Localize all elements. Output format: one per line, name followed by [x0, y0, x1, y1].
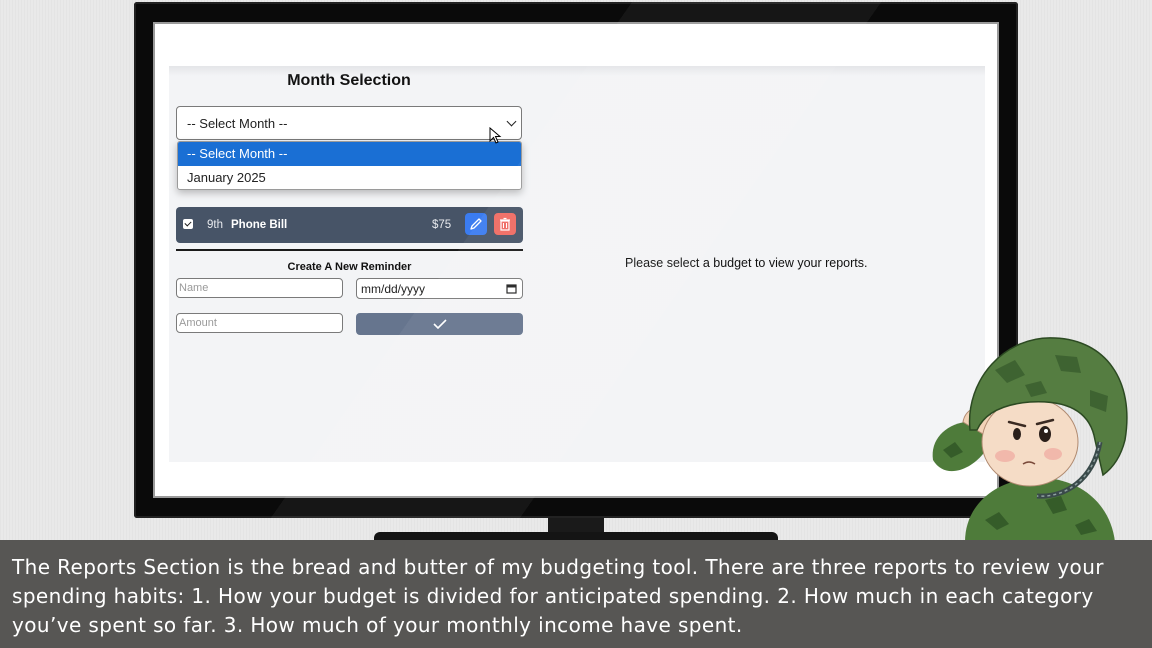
- trash-icon: [500, 217, 510, 231]
- mouse-cursor-icon: [489, 127, 502, 144]
- soldier-mascot-illustration: [932, 337, 1128, 542]
- checkmark-icon: [432, 319, 447, 329]
- reminder-amount: $75: [432, 219, 452, 231]
- delete-button[interactable]: [494, 213, 516, 235]
- caption-text: The Reports Section is the bread and but…: [12, 555, 1104, 637]
- create-reminder-title: Create A New Reminder: [287, 261, 412, 273]
- month-option-january-2025[interactable]: January 2025: [178, 166, 521, 189]
- monitor-screen: Month Selection -- Select Month -- 9th P…: [153, 22, 999, 498]
- reminder-day: 9th: [207, 219, 223, 231]
- edit-button[interactable]: [465, 213, 487, 235]
- pencil-icon: [470, 218, 482, 230]
- submit-reminder-button[interactable]: [356, 313, 523, 335]
- section-divider: [176, 249, 523, 251]
- month-select[interactable]: -- Select Month --: [176, 106, 522, 140]
- date-placeholder: mm/dd/yyyy: [361, 282, 426, 296]
- chevron-down-icon: [506, 116, 517, 127]
- month-select-value: -- Select Month --: [187, 116, 288, 131]
- reports-placeholder-message: Please select a budget to view your repo…: [625, 256, 868, 270]
- caption-bar: The Reports Section is the bread and but…: [0, 540, 1152, 648]
- reminder-row: 9th Phone Bill $75: [176, 207, 523, 243]
- month-option-placeholder[interactable]: -- Select Month --: [178, 142, 521, 166]
- reminder-checkbox[interactable]: [183, 219, 193, 229]
- month-dropdown-list: -- Select Month -- January 2025: [177, 141, 522, 190]
- reminder-name-input[interactable]: [176, 278, 343, 298]
- app-content: Month Selection -- Select Month -- 9th P…: [169, 66, 985, 462]
- reminder-name: Phone Bill: [231, 219, 288, 231]
- reminder-date-input[interactable]: mm/dd/yyyy: [356, 278, 523, 299]
- reminder-amount-input[interactable]: [176, 313, 343, 333]
- calendar-icon[interactable]: [506, 283, 517, 294]
